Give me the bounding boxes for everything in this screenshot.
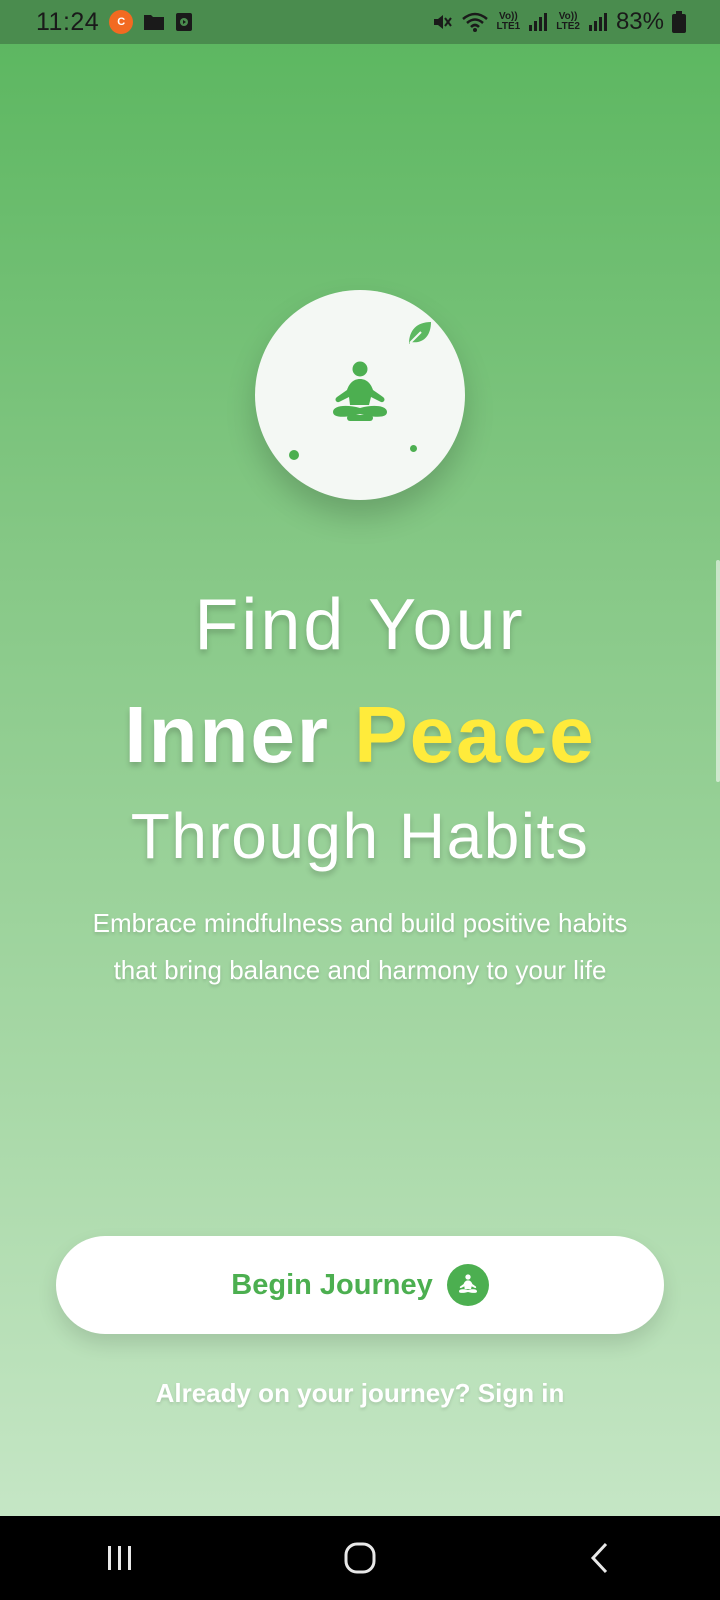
back-button[interactable]	[560, 1528, 640, 1588]
logo-circle	[255, 290, 465, 500]
subtitle-line2: that bring balance and harmony to your l…	[113, 955, 607, 985]
headline-line1: Find Your	[194, 585, 526, 665]
home-button[interactable]	[320, 1528, 400, 1588]
subtitle: Embrace mindfulness and build positive h…	[40, 900, 680, 994]
mute-icon	[433, 15, 452, 29]
headline-inner: Inner	[124, 690, 355, 779]
decor-dot	[289, 450, 299, 460]
home-icon	[344, 1542, 376, 1574]
subtitle-line1: Embrace mindfulness and build positive h…	[92, 908, 628, 938]
headline-peace: Peace	[354, 690, 596, 779]
battery-icon	[672, 11, 686, 33]
navigation-bar	[0, 1516, 720, 1600]
leaf-icon	[409, 322, 431, 344]
recents-icon	[108, 1546, 131, 1570]
headline-line3: Through Habits	[130, 800, 590, 872]
begin-journey-button[interactable]: Begin Journey	[56, 1236, 664, 1334]
signal-icon	[529, 13, 548, 31]
battery-percent: 83%	[615, 8, 664, 35]
media-icon	[176, 13, 193, 31]
sim2-label: Vo)) LTE2	[556, 12, 580, 32]
status-left: 11:24 C	[36, 8, 193, 37]
wifi-icon	[461, 12, 488, 32]
edge-panel-handle[interactable]	[716, 560, 720, 782]
status-time: 11:24	[36, 7, 100, 36]
app-notification-icon: C	[109, 10, 134, 34]
meditation-icon	[446, 1264, 489, 1306]
signal-icon	[588, 13, 607, 31]
sim1-label: Vo)) LTE1	[497, 12, 521, 32]
recents-button[interactable]	[80, 1528, 160, 1588]
decor-dot	[410, 445, 417, 452]
sim1-label-bottom: LTE1	[496, 21, 521, 32]
meditation-icon	[333, 361, 387, 421]
back-icon	[590, 1542, 608, 1574]
sim2-label-bottom: LTE2	[556, 21, 580, 32]
status-bar: 11:24 C Vo)) LTE1 Vo)) LTE2 83%	[0, 0, 720, 44]
begin-journey-label: Begin Journey	[231, 1268, 433, 1301]
status-right: Vo)) LTE1 Vo)) LTE2 83%	[431, 8, 686, 36]
sign-in-link[interactable]: Already on your journey? Sign in	[0, 1378, 720, 1409]
welcome-screen: Find Your Inner Peace Through Habits Emb…	[0, 44, 720, 1516]
folder-icon	[144, 15, 165, 30]
headline-line2: Inner Peace	[0, 689, 720, 781]
